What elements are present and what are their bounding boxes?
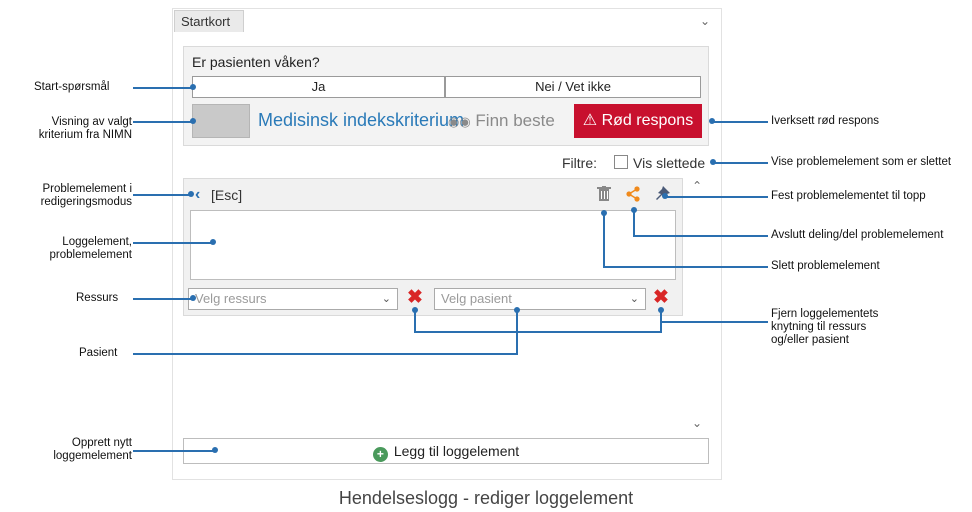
add-log-element-label: Legg til loggelement [393,443,520,459]
annotation-dot [190,118,196,124]
annotation-visning: Visning av valgt kriterium fra NIMN [30,116,132,142]
filter-label: Filtre: [562,155,597,171]
annotation-dot [190,295,196,301]
resource-placeholder: Velg ressurs [195,291,267,306]
answer-no-button[interactable]: Nei / Vet ikke [445,76,701,98]
annotation-line [660,321,768,323]
annotation-fjern-2: knytning til ressurs [771,321,867,333]
annotation-fjern-3: og/eller pasient [771,334,849,346]
share-icon[interactable] [625,186,641,202]
annotation-avslutt: Avslutt deling/del problemelement [771,229,944,241]
annotation-iverksett: Iverksett rød respons [771,115,880,127]
annotation-visning-2: kriterium fra NIMN [38,129,132,141]
annotation-slett: Slett problemelement [771,260,880,272]
trash-icon[interactable] [597,186,611,202]
annotation-dot [212,447,218,453]
remove-resource-icon[interactable]: ✖ [407,286,423,309]
annotation-line [414,331,662,333]
annotation-logg-2: problemelement [49,249,132,261]
red-response-label: Rød respons [601,112,694,129]
annotation-line [133,87,193,89]
criterion-link[interactable]: Medisinsk indekskriterium [258,110,464,131]
annotation-line [133,194,191,196]
chevron-down-icon[interactable]: ⌄ [700,14,710,28]
scroll-down-icon[interactable]: ⌄ [692,416,702,430]
annotation-opprett-1: Opprett nytt [71,437,132,449]
annotation-line [133,121,193,123]
annotation-logg-1: Loggelement, [62,236,132,248]
scroll-up-icon[interactable]: ⌄ [692,178,702,192]
annotation-fest: Fest problemelementet til topp [771,190,926,202]
figure-caption: Hendelseslogg - rediger loggelement [338,488,634,508]
annotation-visning-1: Visning av valgt [51,116,132,128]
warning-icon: ⚠ [582,112,598,129]
annotation-line [603,266,768,268]
tab-startkort[interactable]: Startkort [174,10,244,32]
annotation-opprett-2: loggemelement [53,450,132,462]
annotation-dot [188,191,194,197]
annotation-dot [210,239,216,245]
show-deleted-label[interactable]: Vis slettede [633,155,705,171]
annotation-line [133,450,215,452]
annotation-problem: Problemelement i redigeringsmodus [20,183,132,209]
annotation-line [603,213,605,267]
annotation-line [633,235,768,237]
red-response-button[interactable]: ⚠ Rød respons [574,104,702,138]
annotation-line [414,310,416,332]
annotation-fjern-1: Fjern loggelementets [771,308,879,320]
finn-beste-button[interactable]: ◉◉ Finn beste [448,111,555,131]
criterion-image [192,104,250,138]
patient-placeholder: Velg pasient [441,291,512,306]
annotation-dot [514,307,520,313]
annotation-fjern: Fjern loggelementets knytning til ressurs… [771,308,878,347]
plus-circle-icon: + [372,447,388,462]
dropdown-chevron-icon: ⌄ [381,293,391,305]
show-deleted-checkbox[interactable] [614,155,628,169]
annotation-line [133,298,193,300]
start-question: Er pasienten våken? [192,54,320,70]
annotation-ressurs: Ressurs [76,292,119,304]
esc-label[interactable]: [Esc] [211,187,242,203]
back-chevron-icon[interactable]: ‹ [195,186,200,204]
annotation-logg: Loggelement, problemelement [20,236,132,262]
finn-beste-label: Finn beste [475,111,555,130]
annotation-line [633,210,635,236]
annotation-line [712,121,768,123]
annotation-dot [190,84,196,90]
annotation-opprett: Opprett nytt loggemelement [40,437,132,463]
annotation-line [133,242,213,244]
patient-select[interactable]: Velg pasient ⌄ [434,288,646,310]
annotation-problem-2: redigeringsmodus [40,196,132,208]
dropdown-chevron-icon: ⌄ [629,293,639,305]
remove-patient-icon[interactable]: ✖ [653,286,669,309]
annotation-start: Start-spørsmål [34,81,110,93]
annotation-pasient: Pasient [79,347,118,359]
annotation-line [665,196,768,198]
annotation-line [713,162,768,164]
add-log-element-button[interactable]: + Legg til loggelement [183,438,709,464]
answer-yes-button[interactable]: Ja [192,76,445,98]
annotation-vise: Vise problemelement som er slettet [771,156,952,168]
annotation-line [133,353,518,355]
binoculars-icon: ◉◉ [448,114,471,129]
resource-select[interactable]: Velg ressurs ⌄ [188,288,398,310]
annotation-problem-1: Problemelement i [42,183,132,195]
